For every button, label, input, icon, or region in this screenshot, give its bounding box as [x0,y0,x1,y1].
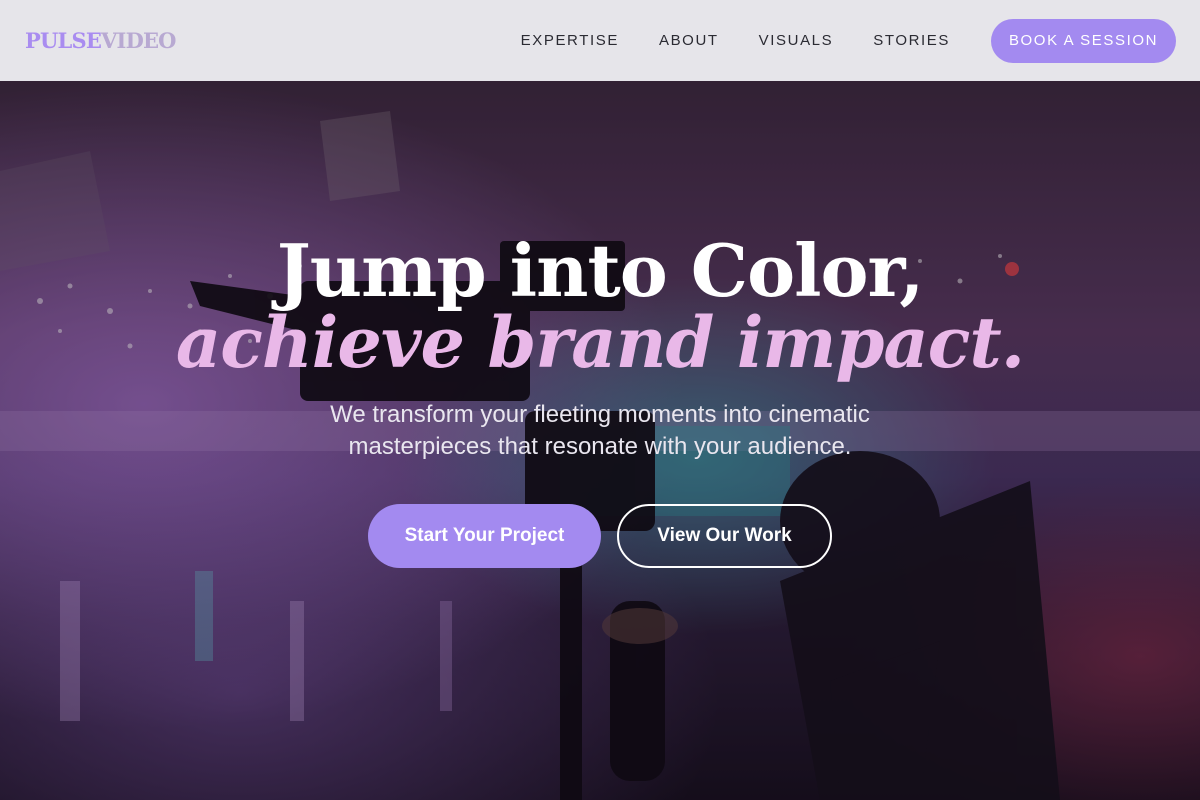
brand-logo-part1: PULSE [25,28,102,53]
view-work-button[interactable]: View Our Work [617,504,832,568]
book-session-button[interactable]: BOOK A SESSION [991,18,1176,63]
nav-link-stories[interactable]: STORIES [873,32,950,49]
hero-subtitle: We transform your fleeting moments into … [330,401,870,460]
nav-link-visuals[interactable]: VISUALS [759,32,834,49]
hero-section: Jump into Color, achieve brand impact. W… [0,81,1200,800]
brand-logo[interactable]: PULSE VIDEO [25,28,176,53]
brand-logo-part2: VIDEO [101,28,176,53]
nav-link-expertise[interactable]: EXPERTISE [521,32,619,49]
navbar: PULSE VIDEO EXPERTISE ABOUT VISUALS STORI… [0,0,1200,81]
hero-content: Jump into Color, achieve brand impact. W… [0,81,1200,800]
nav-right: EXPERTISE ABOUT VISUALS STORIES BOOK A S… [521,18,1176,63]
hero-headline-line1: Jump into Color, [276,228,925,313]
nav-links: EXPERTISE ABOUT VISUALS STORIES [521,32,990,49]
hero-headline-line2: achieve brand impact. [175,301,1025,384]
start-project-button[interactable]: Start Your Project [368,504,601,568]
nav-link-about[interactable]: ABOUT [659,32,719,49]
